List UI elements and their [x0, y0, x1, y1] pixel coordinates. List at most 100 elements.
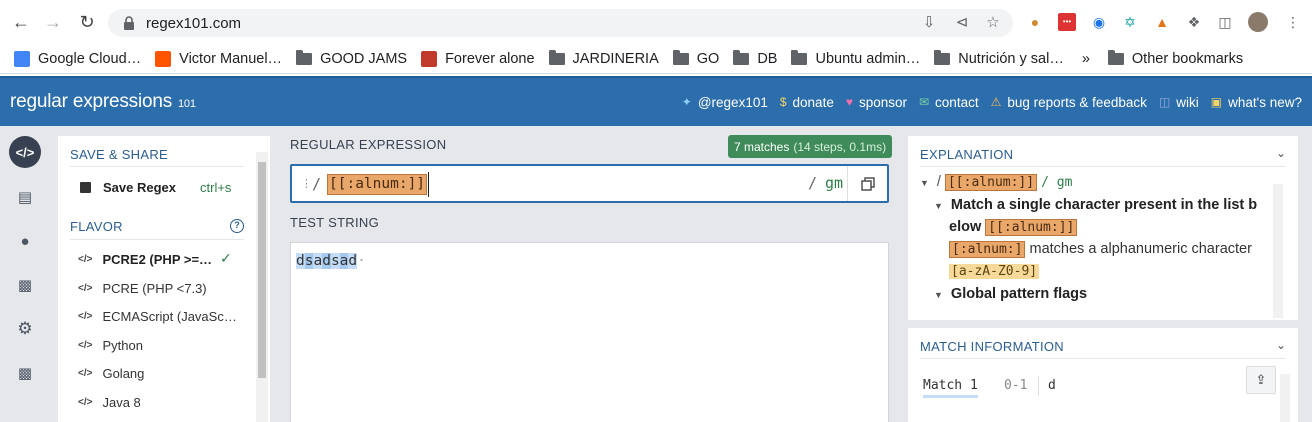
- regex-input[interactable]: ⋮ / [[:alnum:]] / gm: [290, 164, 889, 203]
- match-info-scrollbar[interactable]: [1280, 374, 1290, 422]
- twitter-link[interactable]: ✦ @regex101: [682, 95, 768, 110]
- flavor-python[interactable]: </> Python: [78, 338, 143, 353]
- expand-triangle-icon[interactable]: ▼: [934, 290, 943, 300]
- divider: [920, 166, 1286, 167]
- chevron-down-icon[interactable]: ⌄: [1276, 338, 1286, 352]
- code-icon: </>: [78, 254, 93, 265]
- install-icon[interactable]: ⇩: [920, 14, 938, 32]
- regex-flags[interactable]: / gm: [808, 174, 843, 192]
- extension-blue-icon[interactable]: ◉: [1090, 13, 1108, 31]
- library-icon[interactable]: ▤: [9, 181, 41, 213]
- app-main: </> ▤ ● ▩ ⚙ ▩ SAVE & SHARE Save Regex ct…: [0, 126, 1312, 422]
- contact-link[interactable]: ✉ contact: [919, 95, 979, 110]
- help-icon[interactable]: ?: [230, 219, 244, 233]
- chevron-down-icon[interactable]: ⌄: [1276, 146, 1286, 160]
- news-icon: ▣: [1210, 95, 1223, 109]
- sponsor-link[interactable]: ♥ sponsor: [846, 95, 907, 110]
- explanation-scrollbar[interactable]: [1273, 184, 1283, 318]
- bookmark-victor[interactable]: Victor Manuel…: [155, 50, 282, 67]
- wiki-link[interactable]: ◫ wiki: [1159, 95, 1199, 110]
- editor-code-icon[interactable]: </>: [9, 136, 41, 168]
- expand-triangle-icon[interactable]: ▼: [934, 201, 943, 211]
- match-count-badge: 7 matches (14 steps, 0.1ms): [728, 135, 893, 158]
- other-bookmarks[interactable]: Other bookmarks: [1107, 49, 1243, 67]
- save-regex-button[interactable]: Save Regex: [80, 180, 176, 195]
- reload-icon[interactable]: ↻: [72, 7, 102, 37]
- text-cursor: [428, 172, 429, 197]
- quiz-gamepad-icon[interactable]: ▩: [9, 269, 41, 301]
- selected-check-icon: ✓: [220, 250, 232, 266]
- user-icon[interactable]: ●: [9, 225, 41, 257]
- metamask-icon[interactable]: ▲: [1153, 13, 1171, 31]
- match-row[interactable]: Match 1 0-1 d: [920, 376, 1270, 400]
- whats-new-link[interactable]: ▣ what's new?: [1211, 95, 1302, 110]
- scrollbar-thumb[interactable]: [258, 162, 266, 378]
- site-header: regular expressions 101 ✦ @regex101 $ donat…: [0, 76, 1312, 126]
- share-icon[interactable]: ⊲: [953, 14, 971, 32]
- lock-icon: [124, 16, 134, 30]
- bookmark-jardineria[interactable]: JARDINERIA: [548, 49, 659, 67]
- address-bar[interactable]: regex101.com ⇩ ⊲ ☆: [108, 9, 1013, 37]
- code-icon: </>: [78, 397, 93, 408]
- bookmark-good-jams[interactable]: GOOD JAMS: [296, 49, 407, 67]
- menu-dots-icon[interactable]: ⋮: [1284, 13, 1302, 31]
- explanation-range: [a-zA-Z0-9]: [949, 264, 1040, 279]
- flavor-pcre2[interactable]: </> PCRE2 (PHP >=…: [78, 252, 212, 267]
- extension-red-icon[interactable]: •••: [1058, 13, 1076, 31]
- regex-pattern[interactable]: [[:alnum:]]: [327, 174, 428, 195]
- extension-teal-icon[interactable]: ✡: [1121, 13, 1139, 31]
- bookmarks-more-button[interactable]: »: [1082, 51, 1090, 67]
- folder-icon: [548, 49, 565, 65]
- flavor-java8[interactable]: </> Java 8: [78, 395, 141, 410]
- match-label: Match 1: [923, 378, 978, 398]
- editor-pane: REGULAR EXPRESSION 7 matches (14 steps, 0…: [280, 126, 898, 422]
- sidebar-scrollbar[interactable]: [256, 152, 268, 422]
- star-icon[interactable]: ☆: [984, 14, 1002, 32]
- bookmark-forever-alone[interactable]: Forever alone: [421, 50, 535, 67]
- regex-open-delimiter: /: [312, 175, 322, 193]
- url-text: regex101.com: [146, 14, 242, 32]
- chat-icon[interactable]: ▩: [9, 357, 41, 389]
- bookmark-ubuntu[interactable]: Ubuntu admin…: [791, 49, 920, 67]
- match-value: d: [1048, 378, 1056, 393]
- settings-gear-icon[interactable]: ⚙: [9, 313, 41, 345]
- site-logo[interactable]: regular expressions 101: [10, 91, 196, 113]
- explanation-subitem: [:alnum:] matches a alphanumeric charact…: [949, 241, 1252, 258]
- match-highlight: d: [296, 253, 305, 269]
- divider: [70, 166, 244, 167]
- donate-link[interactable]: $ donate: [780, 95, 834, 110]
- flavor-pcre[interactable]: </> PCRE (PHP <7.3): [78, 281, 207, 296]
- expand-triangle-icon[interactable]: ▼: [920, 178, 929, 188]
- copy-icon: [860, 176, 875, 191]
- test-string-text[interactable]: dsadsad·: [296, 253, 366, 269]
- bookmark-db[interactable]: DB: [733, 49, 777, 67]
- divider: [1038, 376, 1039, 396]
- match-info-title: MATCH INFORMATION: [920, 339, 1064, 354]
- divider: [920, 358, 1286, 359]
- avatar[interactable]: [1248, 12, 1268, 32]
- drag-handle-icon[interactable]: ⋮: [301, 177, 312, 190]
- bookmark-google-cloud[interactable]: Google Cloud…: [14, 50, 141, 67]
- puzzle-icon[interactable]: ❖: [1185, 13, 1203, 31]
- flavor-ecmascript[interactable]: </> ECMAScript (JavaSc…: [78, 309, 237, 324]
- forward-arrow-icon[interactable]: →: [38, 7, 68, 37]
- explanation-root: ▼ / [[:alnum:]] / gm: [920, 174, 1073, 191]
- match-highlight: a: [313, 253, 323, 269]
- back-arrow-icon[interactable]: ←: [6, 7, 36, 37]
- bug-reports-link[interactable]: ⚠ bug reports & feedback: [991, 95, 1147, 110]
- cookie-extension-icon[interactable]: ●: [1026, 13, 1044, 31]
- copy-button[interactable]: [847, 166, 887, 201]
- export-button[interactable]: ⇪: [1246, 366, 1276, 394]
- match-highlight: d: [322, 253, 331, 269]
- header-links: ✦ @regex101 $ donate ♥ sponsor ✉ contact ⚠ bu…: [670, 78, 1302, 126]
- test-string-input[interactable]: dsadsad·: [290, 242, 889, 422]
- folder-icon: [1107, 49, 1124, 65]
- dollar-icon: $: [779, 95, 787, 109]
- bookmark-go[interactable]: GO: [672, 49, 719, 67]
- flavor-title: FLAVOR: [70, 219, 123, 234]
- folder-icon: [791, 49, 808, 65]
- sidepanel-icon[interactable]: ◫: [1216, 13, 1234, 31]
- bookmark-nutricion[interactable]: Nutrición y sal…: [934, 49, 1064, 67]
- flavor-golang[interactable]: </> Golang: [78, 366, 144, 381]
- divider: [70, 239, 244, 240]
